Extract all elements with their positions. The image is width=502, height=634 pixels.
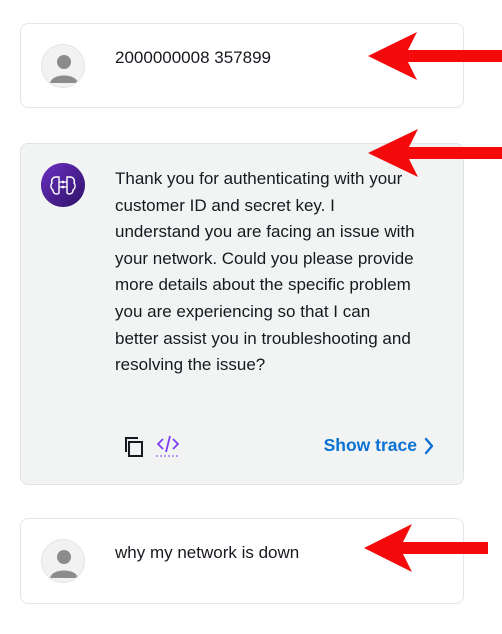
assistant-message-text: Thank you for authenticating with your c… [115,169,415,375]
user-message-text: 2000000008 357899 [115,48,271,67]
red-arrow-icon [368,129,502,177]
show-trace-button[interactable]: Show trace [324,435,435,456]
ai-brain-icon [41,163,85,207]
red-arrow-icon [364,524,488,572]
user-avatar-icon [41,539,85,583]
red-arrow-icon [368,32,502,80]
chevron-right-icon [424,437,434,454]
chat-transcript: 2000000008 357899 Thank you for authenti… [0,0,502,634]
user-avatar-icon [41,44,85,88]
assistant-message-card: Thank you for authenticating with your c… [20,143,464,485]
copy-icon[interactable] [122,435,146,464]
user-message-text: why my network is down [115,543,300,562]
code-icon[interactable] [156,433,180,462]
show-trace-label: Show trace [323,435,417,455]
